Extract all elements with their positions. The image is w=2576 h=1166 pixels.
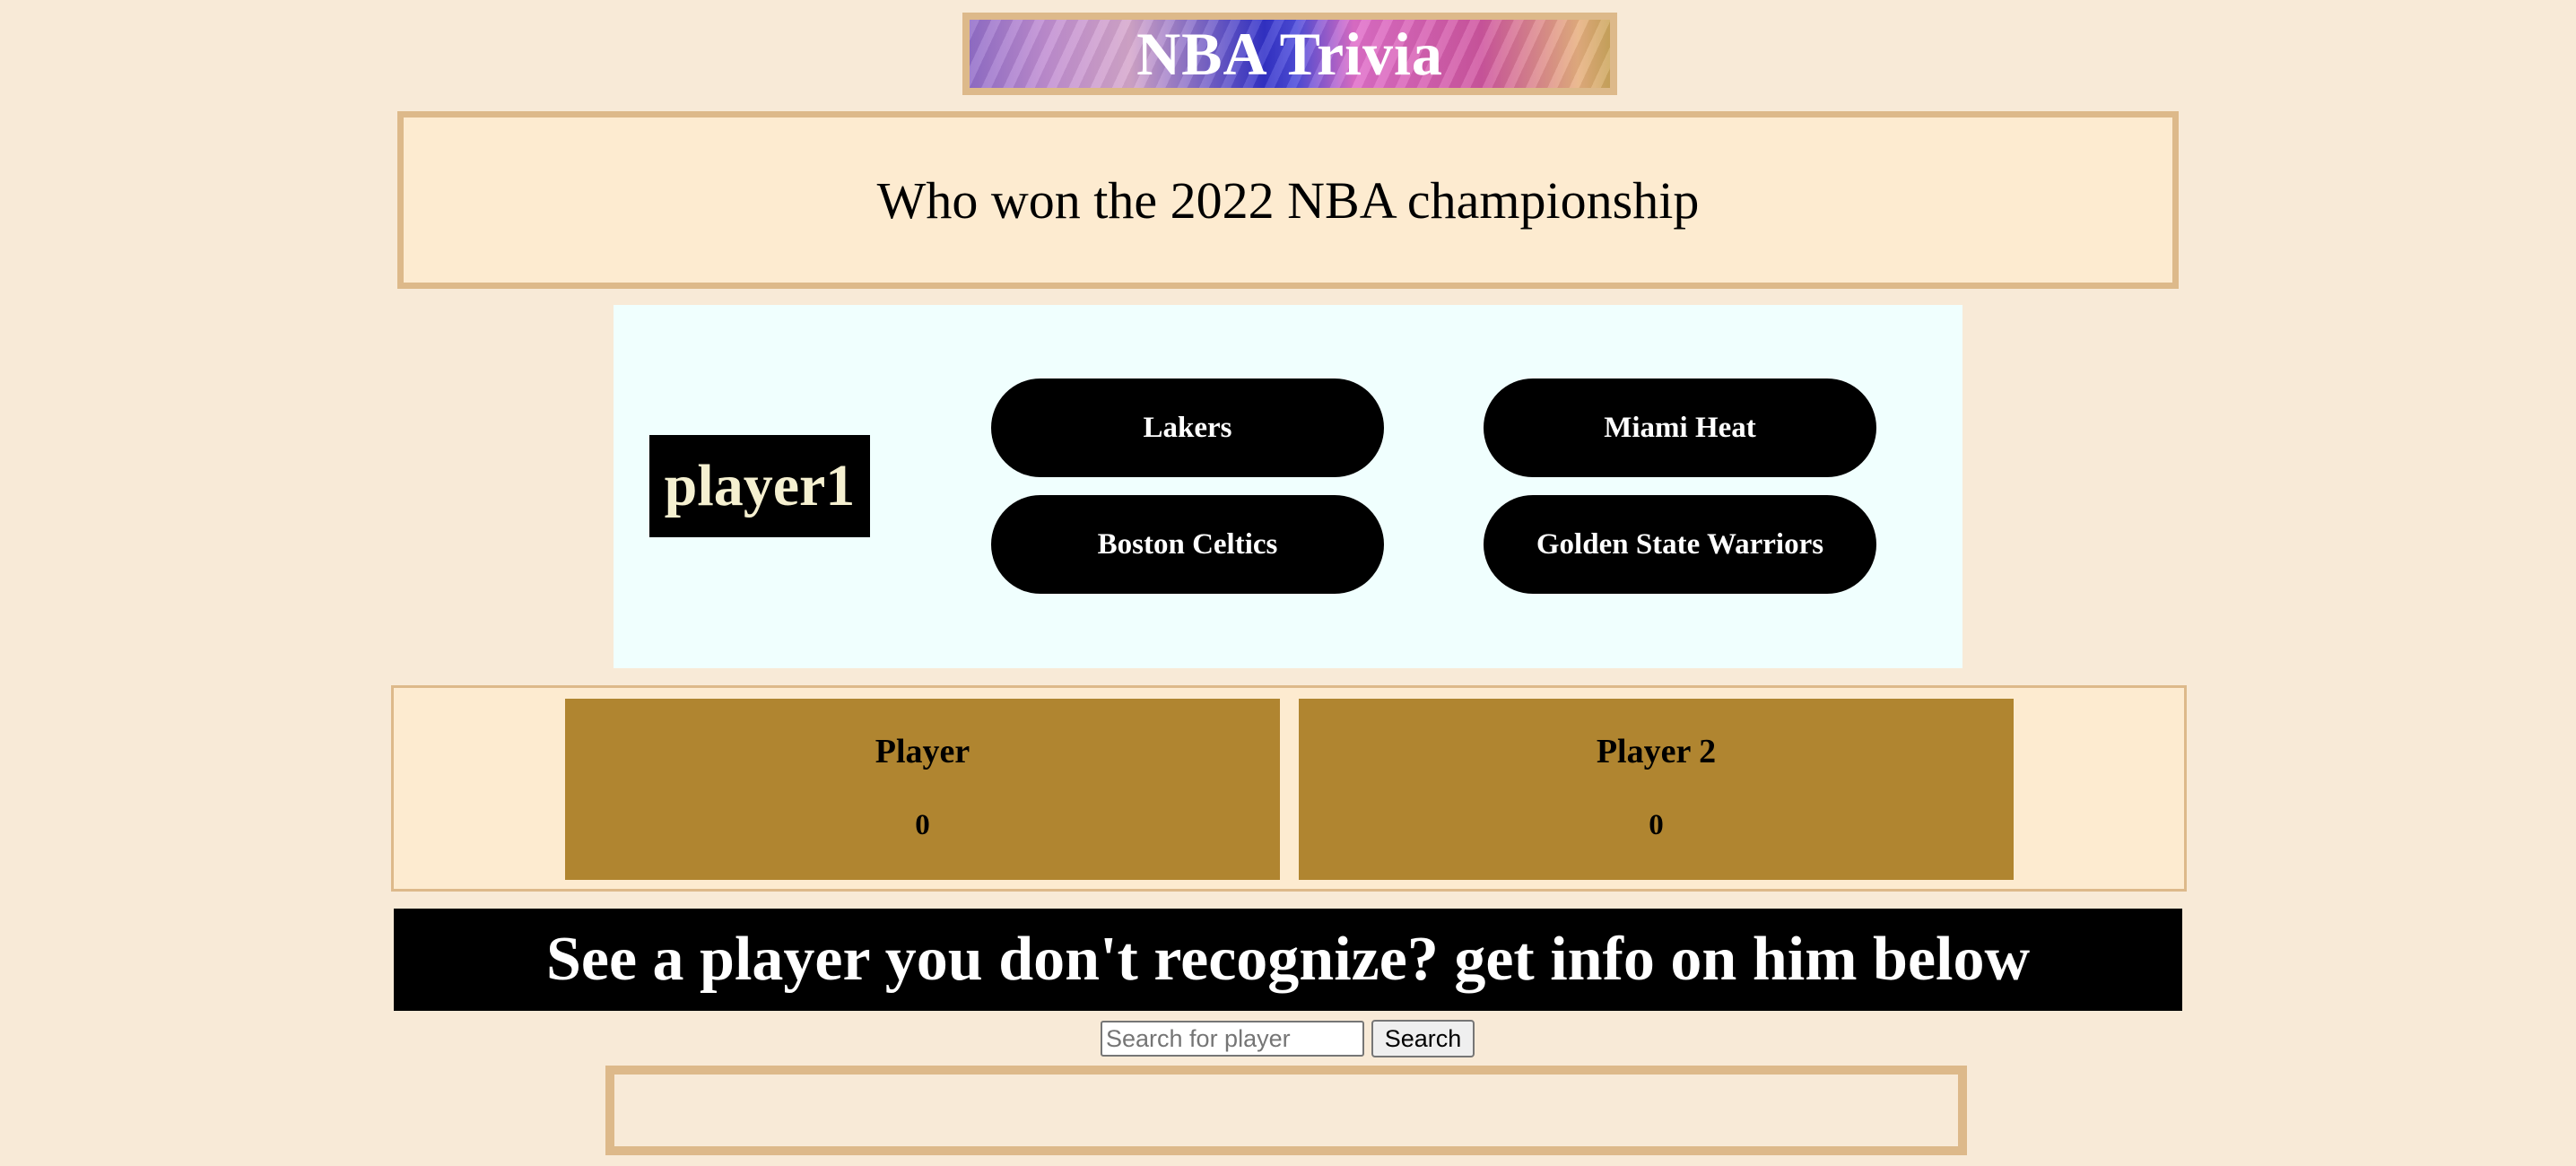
game-panel: player1 Lakers Miami Heat Boston Celtics… <box>614 305 1962 668</box>
score-card-player-2: Player 2 0 <box>1299 699 2014 880</box>
player-search-form: Search <box>1101 1020 1475 1057</box>
score-player-name: Player <box>875 733 970 770</box>
question-text: Who won the 2022 NBA championship <box>876 170 1700 230</box>
player-search-input[interactable] <box>1101 1021 1364 1057</box>
score-player-value: 0 <box>1649 809 1664 841</box>
answer-button-boston-celtics[interactable]: Boston Celtics <box>991 495 1384 594</box>
score-player-name: Player 2 <box>1596 733 1717 770</box>
title-banner: NBA Trivia <box>962 13 1617 95</box>
answer-button-lakers[interactable]: Lakers <box>991 379 1384 477</box>
current-player-label: player1 <box>649 435 870 537</box>
player-info-results <box>605 1066 1967 1155</box>
question-box: Who won the 2022 NBA championship <box>397 111 2179 289</box>
answer-button-golden-state-warriors[interactable]: Golden State Warriors <box>1484 495 1876 594</box>
search-button[interactable]: Search <box>1371 1020 1475 1057</box>
score-card-player-1: Player 0 <box>565 699 1280 880</box>
scoreboard: Player 0 Player 2 0 <box>391 685 2187 892</box>
player-info-banner: See a player you don't recognize? get in… <box>394 909 2182 1011</box>
page-title: NBA Trivia <box>1136 20 1443 88</box>
answer-button-miami-heat[interactable]: Miami Heat <box>1484 379 1876 477</box>
score-player-value: 0 <box>915 809 930 841</box>
